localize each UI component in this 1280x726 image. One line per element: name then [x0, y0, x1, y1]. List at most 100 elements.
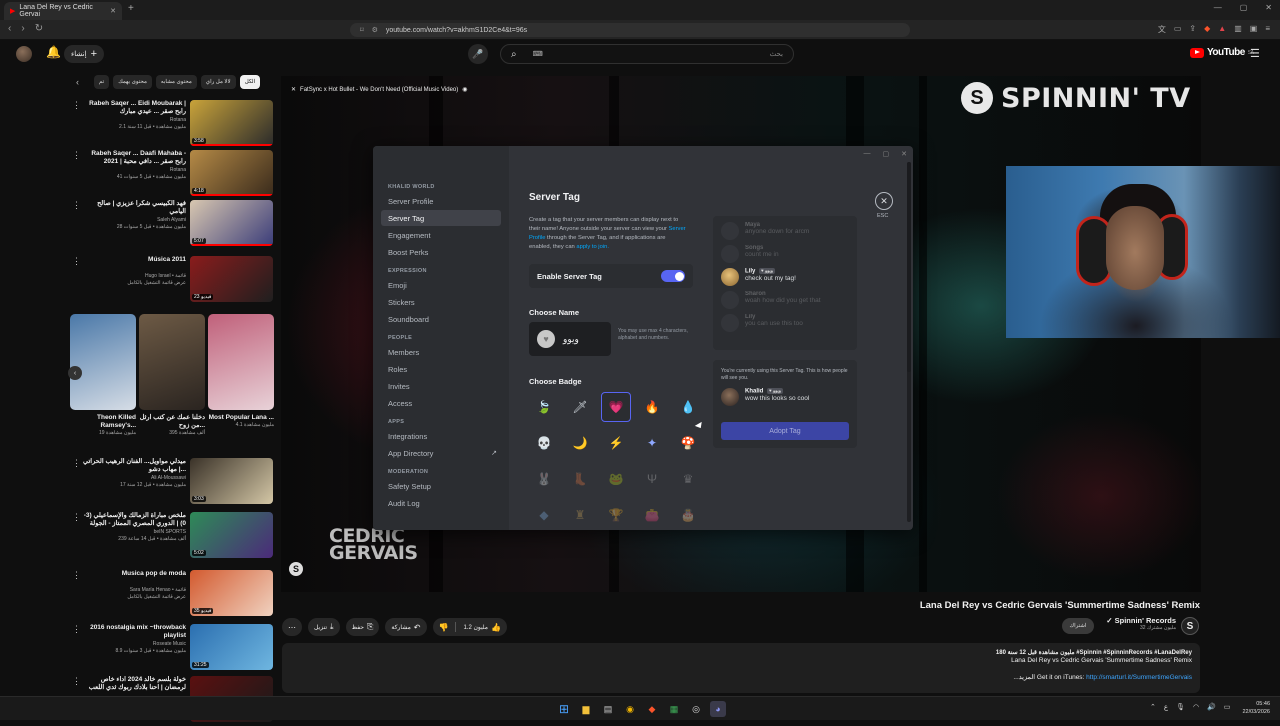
discord-icon[interactable]: ◕ — [710, 701, 726, 717]
more-options-icon[interactable]: ⋮ — [72, 624, 81, 635]
translate-icon[interactable]: 文 — [1158, 24, 1166, 35]
save-button[interactable]: حفظ ⎘ — [345, 618, 380, 636]
water-icon[interactable]: 💧 — [673, 392, 703, 422]
close-tab-icon[interactable]: ✕ — [110, 7, 116, 15]
recommendation-channel[interactable]: beIN SPORTS — [82, 529, 186, 535]
voice-search-icon[interactable]: 🎤 — [468, 44, 488, 64]
gem-icon[interactable]: ◆ — [529, 500, 559, 530]
forward-icon[interactable]: › — [21, 23, 24, 34]
short-title[interactable]: Theon Killed Ramsey's... — [70, 414, 136, 430]
overlay-title-text[interactable]: FatSync x Hot Bullet - We Don't Need (Of… — [300, 87, 458, 93]
short-title[interactable]: Most Popular Lana ... — [208, 414, 274, 422]
more-options-icon[interactable]: ⋮ — [72, 458, 81, 469]
channel-avatar[interactable]: S — [1181, 617, 1199, 635]
star-icon[interactable]: ✦ — [637, 428, 667, 458]
recommendation-title[interactable]: Música 2011 — [82, 256, 186, 272]
more-options-icon[interactable]: ⋮ — [72, 100, 81, 111]
recommendation-channel[interactable]: Saleh Alyami — [82, 217, 186, 223]
recommendation-thumbnail[interactable]: 5:07 — [190, 200, 273, 246]
bunny-icon[interactable]: 🐰 — [529, 464, 559, 494]
recommendation-channel[interactable]: Rotana — [82, 167, 186, 173]
recommendation-thumbnail[interactable]: 23 فيديو — [190, 256, 273, 302]
like-dislike-button[interactable]: 👎 1.2 مليون 👍 — [432, 618, 507, 636]
recommendation-title[interactable]: ميدلي مواويل... الفنان الرهيب الحراتي | … — [82, 458, 186, 474]
bag-icon[interactable]: 👛 — [637, 500, 667, 530]
recommendation-item[interactable]: ⋮ Rabeh Saqer ... Daafi Mahaba - 2021 | ر… — [70, 150, 275, 200]
tag-name-input[interactable]: ♥ ويوو — [529, 322, 611, 356]
heart-icon[interactable]: 💗 — [601, 392, 631, 422]
keyboard-icon[interactable]: ⌨ — [533, 50, 543, 58]
sidebar-item-invites[interactable]: Invites — [381, 378, 501, 394]
chip-active[interactable]: الكل — [239, 75, 261, 89]
more-options-icon[interactable]: ⋮ — [72, 256, 81, 267]
sidebar-item-app-directory[interactable]: App Directory ↗ — [381, 445, 501, 461]
recommendation-item[interactable]: ⋮ Musica pop de moda Sara María Henao • قا… — [70, 570, 275, 620]
frog-icon[interactable]: 🐸 — [601, 464, 631, 494]
start-icon[interactable]: ⊞ — [556, 701, 572, 717]
recommendation-item[interactable]: ⋮ Música 2011 Hugo Israel • قائمة عرض قائمة… — [70, 256, 275, 306]
fire-icon[interactable]: 🔥 — [637, 392, 667, 422]
recommendation-channel[interactable]: Roseate Music — [82, 641, 186, 647]
file-explorer-icon[interactable]: ▆ — [578, 701, 594, 717]
chip[interactable]: محتوى يهمك — [113, 75, 152, 89]
sidebar-item-server-profile[interactable]: Server Profile — [381, 193, 501, 209]
new-tab-icon[interactable]: + — [128, 3, 134, 14]
brave-icon[interactable]: ◆ — [644, 701, 660, 717]
share-button[interactable]: مشاركة ↶ — [385, 618, 427, 636]
sidebar-item-roles[interactable]: Roles — [381, 361, 501, 377]
recommendation-item[interactable]: ⋮ فهد الكبيسي شكرا عزيزي | صالح اليامي Sal… — [70, 200, 275, 250]
castle-icon[interactable]: ♜ — [565, 500, 595, 530]
bolt-icon[interactable]: ⚡ — [601, 428, 631, 458]
subscribe-button[interactable]: اشتراك — [1062, 618, 1094, 634]
recommendation-title[interactable]: ملخص مباراة الزمالك والإسماعيلي (3-0) | … — [82, 512, 186, 528]
moon-icon[interactable]: 🌙 — [565, 428, 595, 458]
hamburger-menu-icon[interactable]: ☰ — [1250, 47, 1260, 60]
recommendation-channel[interactable]: Hugo Israel • قائمة — [82, 273, 186, 279]
recommendation-thumbnail[interactable]: 4:18 — [190, 150, 273, 196]
share-icon[interactable]: ⇪ — [1189, 24, 1196, 35]
rewards-icon[interactable]: ▲ — [1218, 24, 1226, 35]
more-options-icon[interactable]: ⋮ — [72, 512, 81, 523]
recommendation-thumbnail[interactable]: 3:03 — [190, 458, 273, 504]
sidebar-item-engagement[interactable]: Engagement — [381, 227, 501, 243]
keyboard-language[interactable]: ع — [1164, 703, 1168, 711]
adopt-tag-button[interactable]: Adopt Tag — [721, 422, 849, 440]
recommendation-thumbnail[interactable]: 35 فيديو — [190, 570, 273, 616]
short-thumbnail[interactable] — [208, 314, 274, 410]
obs-icon[interactable]: ◎ — [688, 701, 704, 717]
boot-icon[interactable]: 👢 — [565, 464, 595, 494]
recommendation-item[interactable]: ⋮ Rabeh Saqer ... Eidi Moubarak | رابح صق… — [70, 100, 275, 150]
chrome-icon[interactable]: ◉ — [622, 701, 638, 717]
youtube-logo[interactable]: YouTube SA — [1190, 47, 1254, 58]
apply-to-join-link[interactable]: apply to join. — [576, 244, 609, 250]
sword-icon[interactable]: 🗡 — [565, 392, 595, 422]
recommendation-thumbnail[interactable]: 31:25 — [190, 624, 273, 670]
more-actions-button[interactable]: ⋯ — [282, 618, 302, 636]
tray-chevron-icon[interactable]: ⌃ — [1150, 703, 1156, 711]
recommendation-title[interactable]: Musica pop de moda — [82, 570, 186, 586]
recommendation-title[interactable]: 2016 nostalgia mix ~throwback playlist — [82, 624, 186, 640]
search-input[interactable]: ⌕ ⌨ بحث — [500, 44, 794, 64]
sidebar-item-members[interactable]: Members — [381, 344, 501, 360]
create-button[interactable]: إنشاء + — [64, 45, 104, 63]
recommendation-title[interactable]: فهد الكبيسي شكرا عزيزي | صالح اليامي — [82, 200, 186, 216]
taskbar-clock[interactable]: 05:46 22/03/2026 — [1236, 700, 1270, 716]
dislike-icon[interactable]: 👎 — [439, 623, 449, 632]
recommendation-title[interactable]: خولة بلسم خالد 2024 اداء خاص لرمضان | اح… — [82, 676, 186, 692]
search-icon[interactable]: ⌕ — [511, 49, 517, 60]
recommendation-thumbnail[interactable]: 5:02 — [190, 512, 273, 558]
description-box[interactable]: 180 مليون مشاهدة قبل 12 سنة #Spinnin #Sp… — [282, 643, 1200, 693]
cake-icon[interactable]: 🎂 — [673, 500, 703, 530]
bookmark-icon[interactable]: ⌑ — [360, 26, 364, 34]
trophy-icon[interactable]: 🏆 — [601, 500, 631, 530]
site-info-icon[interactable]: ⚙ — [372, 26, 378, 34]
cast-icon[interactable]: ▭ — [1174, 24, 1182, 35]
chip[interactable]: لالا مل راي — [200, 75, 236, 89]
short-title[interactable]: دخلنا عمك عن كتب ارثل من زوح... — [139, 414, 205, 430]
reload-icon[interactable]: ↻ — [35, 23, 43, 34]
wifi-icon[interactable]: ◠ — [1193, 703, 1199, 711]
discord-close-icon[interactable]: ✕ — [901, 150, 907, 158]
sidebar-item-server-tag[interactable]: Server Tag — [381, 210, 501, 226]
battery-icon[interactable]: ▭ — [1224, 703, 1231, 711]
sidebar-item-stickers[interactable]: Stickers — [381, 294, 501, 310]
